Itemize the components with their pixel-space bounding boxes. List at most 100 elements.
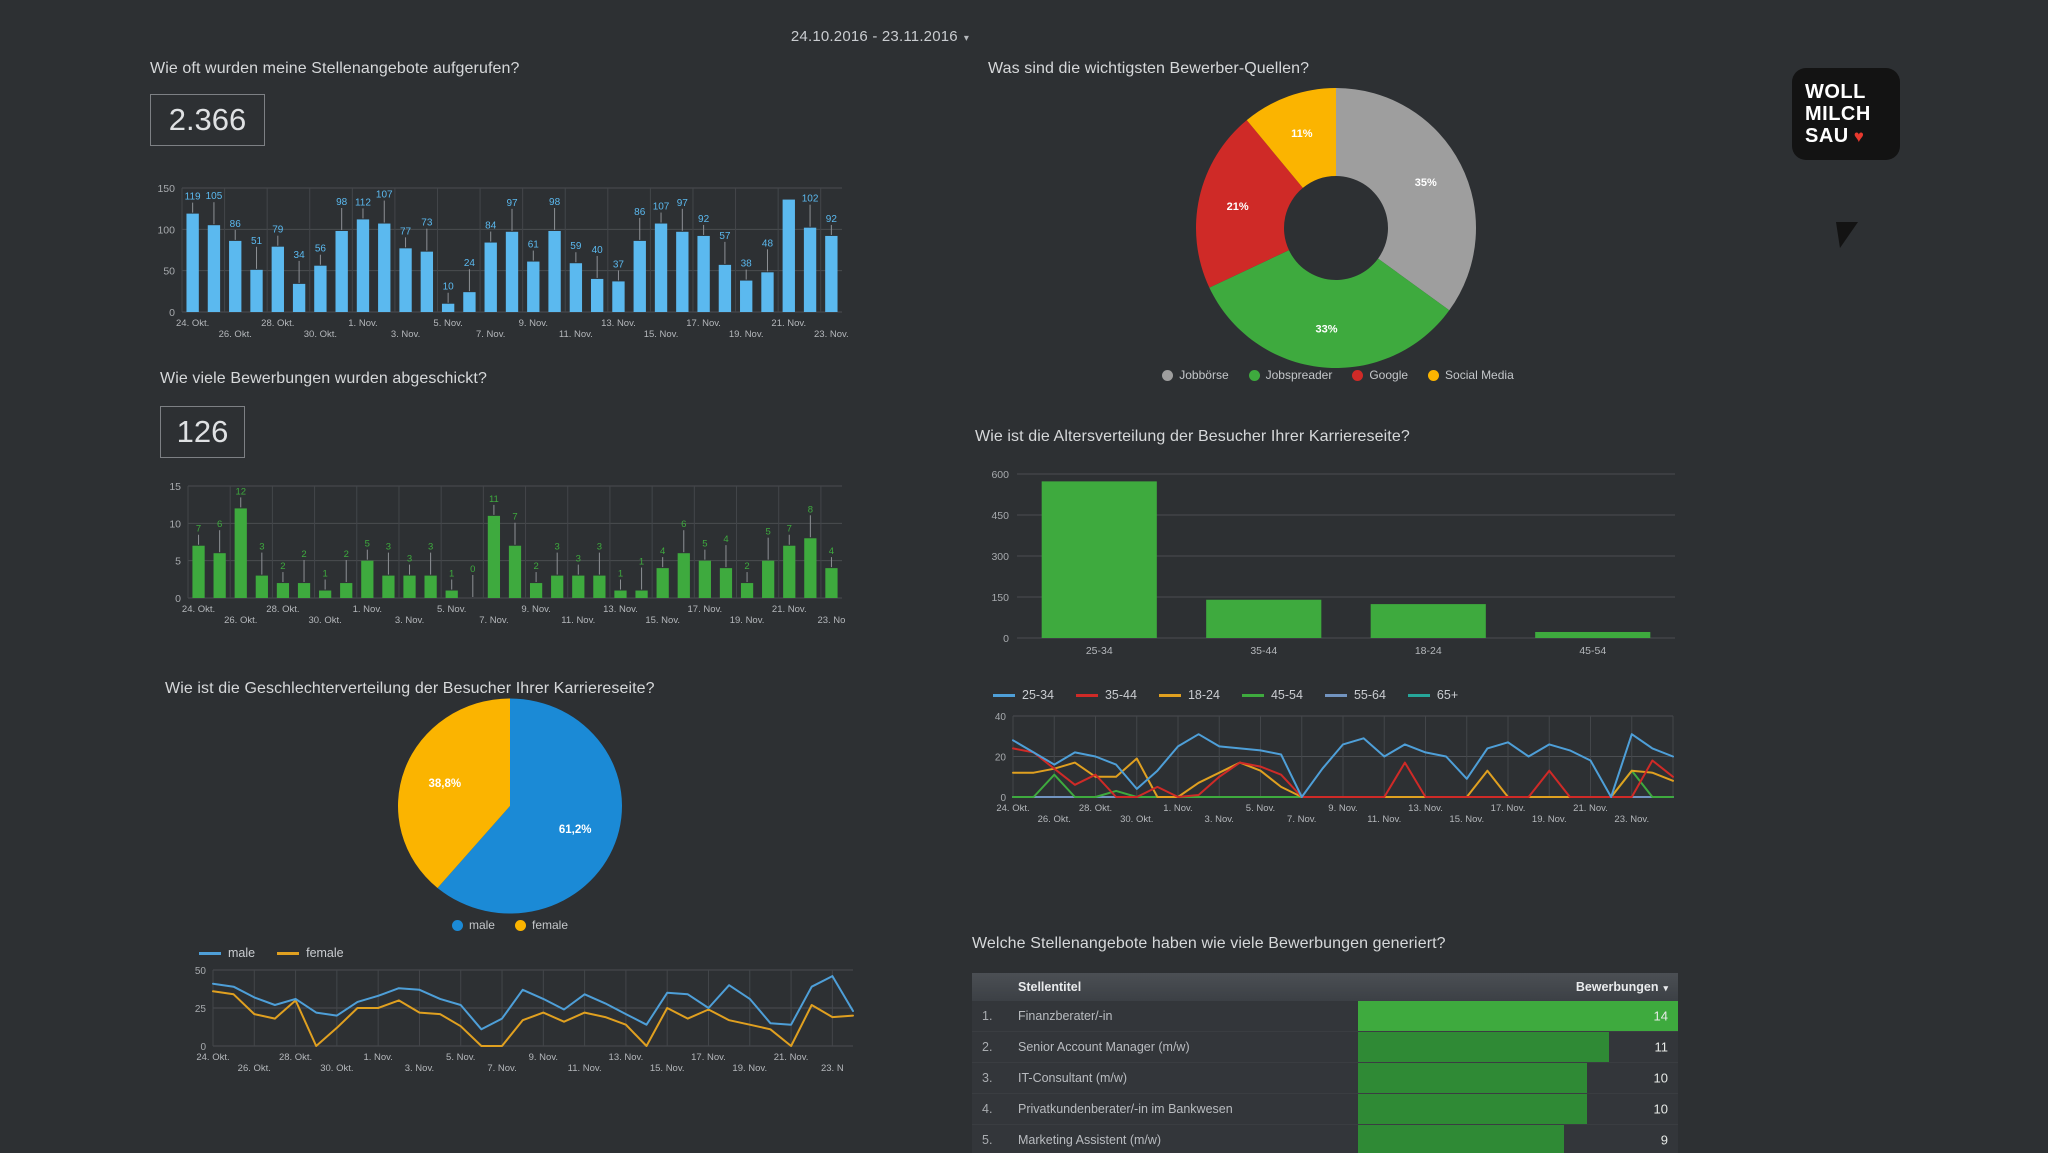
legend-item[interactable]: 18-24 <box>1158 688 1220 702</box>
svg-text:50: 50 <box>163 266 175 278</box>
svg-text:11. Nov.: 11. Nov. <box>561 615 595 626</box>
legend-label: 55-64 <box>1353 688 1386 702</box>
column-job-title[interactable]: Stellentitel <box>1008 973 1358 1001</box>
svg-text:38: 38 <box>741 259 753 270</box>
svg-text:37: 37 <box>613 259 625 270</box>
applications-bar-fill <box>1358 1094 1587 1124</box>
svg-text:2: 2 <box>533 561 538 572</box>
date-range-selector[interactable]: 24.10.2016 - 23.11.2016 ▾ <box>0 28 1760 45</box>
table-row[interactable]: 2. Senior Account Manager (m/w) 11 <box>972 1031 1678 1063</box>
legend-color-bar <box>277 951 300 955</box>
svg-text:150: 150 <box>991 592 1009 604</box>
svg-text:10: 10 <box>169 518 181 530</box>
legend-label: male <box>468 918 495 932</box>
jobs-table-header-row: Stellentitel Bewerbungen ▾ <box>972 973 1678 1001</box>
svg-text:21. Nov.: 21. Nov. <box>772 604 807 615</box>
svg-text:21. Nov.: 21. Nov. <box>774 1052 809 1063</box>
svg-text:0: 0 <box>175 593 181 605</box>
legend-item[interactable]: Google <box>1352 368 1408 382</box>
legend-color-bar <box>199 951 221 955</box>
legend-color-dot <box>1352 369 1364 381</box>
svg-text:13. Nov.: 13. Nov. <box>601 318 636 329</box>
svg-text:30. Okt.: 30. Okt. <box>1120 814 1153 825</box>
svg-text:3. Nov.: 3. Nov. <box>395 615 424 626</box>
svg-text:3: 3 <box>576 554 581 565</box>
legend-item[interactable]: female <box>514 918 568 932</box>
svg-text:97: 97 <box>506 198 518 209</box>
svg-text:23. Nov.: 23. Nov. <box>814 329 849 340</box>
legend-item[interactable]: 55-64 <box>1324 688 1386 702</box>
legend-item[interactable]: Jobspreader <box>1248 368 1332 382</box>
svg-text:45-54: 45-54 <box>1579 645 1606 657</box>
svg-text:5: 5 <box>766 527 771 538</box>
legend-item[interactable]: male <box>451 918 495 932</box>
svg-text:0: 0 <box>1003 633 1009 645</box>
svg-text:7: 7 <box>512 512 517 523</box>
table-row[interactable]: 1. Finanzberater/-in 14 <box>972 1001 1678 1032</box>
svg-text:59: 59 <box>570 241 582 252</box>
svg-text:17. Nov.: 17. Nov. <box>1491 803 1526 814</box>
applications-bar-fill <box>1358 1063 1587 1093</box>
legend-item[interactable]: 35-44 <box>1075 688 1137 702</box>
svg-text:7. Nov.: 7. Nov. <box>476 329 505 340</box>
svg-text:84: 84 <box>485 221 497 232</box>
svg-text:8: 8 <box>808 504 813 515</box>
legend-label: Jobbörse <box>1179 368 1229 382</box>
legend-item[interactable]: 45-54 <box>1241 688 1303 702</box>
svg-text:61: 61 <box>528 240 540 251</box>
table-row[interactable]: 4. Privatkundenberater/-in im Bankwesen 10 <box>972 1093 1678 1125</box>
legend-color-dot <box>1428 369 1440 381</box>
legend-item[interactable]: 25-34 <box>993 688 1054 702</box>
applications-value: 11 <box>1654 1039 1669 1055</box>
svg-text:17. Nov.: 17. Nov. <box>688 604 723 615</box>
logo: WOLL MILCH SAU ♥ <box>1792 68 1912 248</box>
applications-value: 14 <box>1653 1008 1668 1024</box>
legend-color-bar <box>993 693 1015 697</box>
svg-text:1: 1 <box>449 569 454 580</box>
svg-text:26. Okt.: 26. Okt. <box>219 329 252 340</box>
svg-text:4: 4 <box>660 546 665 557</box>
svg-text:450: 450 <box>991 510 1009 522</box>
svg-text:38,8%: 38,8% <box>429 778 462 790</box>
chevron-down-icon: ▾ <box>963 33 970 44</box>
legend-item[interactable]: Jobbörse <box>1162 368 1229 382</box>
table-row[interactable]: 5. Marketing Assistent (m/w) 9 <box>972 1124 1678 1153</box>
svg-text:9. Nov.: 9. Nov. <box>529 1052 558 1063</box>
column-rank <box>972 973 1008 1001</box>
legend-label: 25-34 <box>1022 688 1054 702</box>
legend-item[interactable]: 65+ <box>1407 688 1459 702</box>
svg-text:1. Nov.: 1. Nov. <box>353 604 382 615</box>
column-applications[interactable]: Bewerbungen ▾ <box>1358 973 1678 1001</box>
svg-text:5. Nov.: 5. Nov. <box>1246 803 1275 814</box>
svg-text:19. Nov.: 19. Nov. <box>730 615 765 626</box>
chart-gender-pie: 61,2% 38,8% <box>398 698 622 914</box>
table-row[interactable]: 3. IT-Consultant (m/w) 10 <box>972 1062 1678 1094</box>
svg-text:15. Nov.: 15. Nov. <box>644 329 679 340</box>
legend-label: 65+ <box>1436 688 1459 702</box>
svg-text:1: 1 <box>618 569 623 580</box>
legend-color-dot <box>451 919 463 931</box>
cell-job-title: Marketing Assistent (m/w) <box>1008 1124 1358 1153</box>
svg-text:1. Nov.: 1. Nov. <box>348 318 377 329</box>
legend-item[interactable]: female <box>277 946 344 960</box>
svg-text:20: 20 <box>995 753 1007 764</box>
jobs-table-body: 1. Finanzberater/-in 14 2. Senior Account Ma… <box>972 1001 1678 1153</box>
logo-line-3: SAU <box>1805 125 1849 147</box>
svg-text:9. Nov.: 9. Nov. <box>521 604 550 615</box>
applications-bar-fill <box>1358 1032 1610 1062</box>
svg-text:1. Nov.: 1. Nov. <box>1163 803 1192 814</box>
legend-item[interactable]: male <box>199 946 255 960</box>
svg-text:7. Nov.: 7. Nov. <box>487 1063 516 1074</box>
panel-gender: Wie ist die Geschlechterverteilung der B… <box>165 680 865 1080</box>
svg-text:18-24: 18-24 <box>1415 645 1442 657</box>
svg-text:3: 3 <box>555 542 560 553</box>
legend-item[interactable]: Social Media <box>1428 368 1514 382</box>
legend-color-bar <box>1158 693 1181 697</box>
svg-text:48: 48 <box>762 238 774 249</box>
panel-sources: Was sind die wichtigsten Bewerber-Quelle… <box>988 60 1688 382</box>
svg-text:2: 2 <box>744 561 749 572</box>
legend-label: 35-44 <box>1104 688 1137 702</box>
svg-text:107: 107 <box>376 190 393 201</box>
legend-color-dot <box>514 919 526 931</box>
legend-color-dot <box>1162 369 1174 381</box>
